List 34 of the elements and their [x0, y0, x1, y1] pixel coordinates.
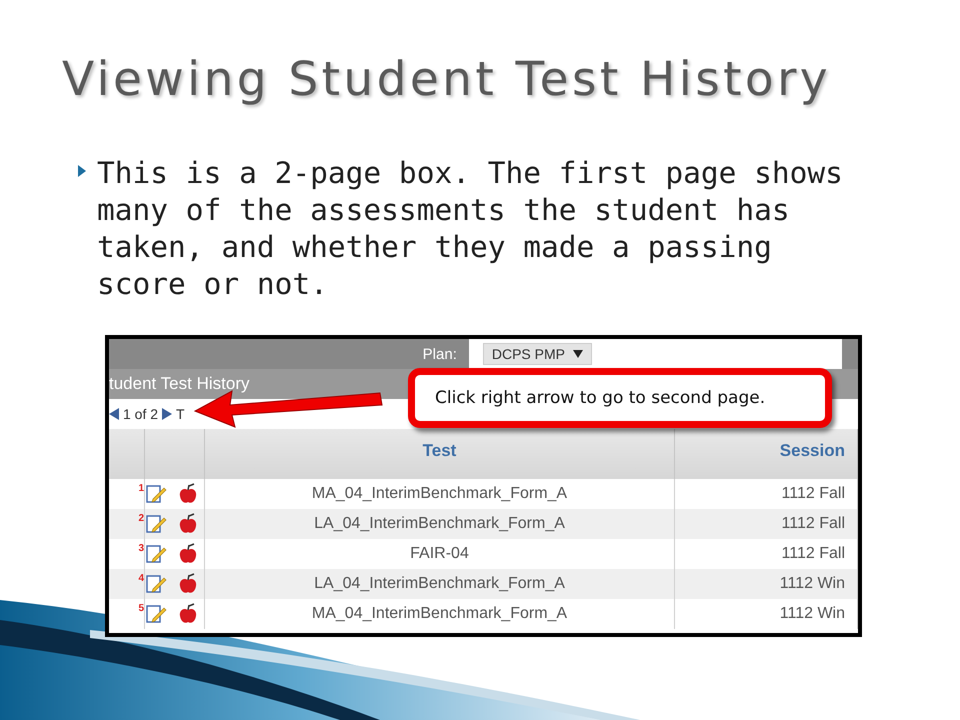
row-number: 5 [109, 599, 145, 629]
apple-icon [177, 543, 199, 565]
notepad-pencil-icon[interactable] [145, 603, 167, 625]
notepad-pencil-icon[interactable] [145, 543, 167, 565]
notepad-pencil-icon[interactable] [145, 483, 167, 505]
header-cell [109, 429, 145, 479]
row-number: 4 [109, 569, 145, 599]
bullet-text: This is a 2-page box. The first page shows many of the assessments the student has taken, and whether they made a passing score or not. [97, 155, 844, 303]
plan-dropdown[interactable]: DCPS PMP [482, 343, 592, 365]
test-cell: MA_04_InterimBenchmark_Form_A [205, 599, 675, 629]
pager-label: T [176, 406, 185, 422]
session-cell: 1112 Win [675, 569, 858, 599]
panel-title: tudent Test History [109, 374, 250, 394]
slide-title: Viewing Student Test History [62, 52, 832, 107]
apple-icon [177, 573, 199, 595]
notepad-pencil-icon[interactable] [145, 573, 167, 595]
notepad-pencil-icon[interactable] [145, 513, 167, 535]
row-number: 2 [109, 509, 145, 539]
apple-icon [177, 483, 199, 505]
column-header[interactable]: Session [675, 429, 858, 479]
test-cell: LA_04_InterimBenchmark_Form_A [205, 569, 675, 599]
next-page-icon[interactable] [162, 408, 172, 420]
plan-label: Plan: [422, 346, 458, 362]
page-indicator: 1 of 2 [123, 406, 158, 422]
session-cell: 1112 Fall [675, 509, 858, 539]
apple-icon [177, 603, 199, 625]
test-cell: LA_04_InterimBenchmark_Form_A [205, 509, 675, 539]
callout-text: Click right arrow to go to second page. [408, 368, 832, 428]
session-cell: 1112 Win [675, 599, 858, 629]
caret-icon [573, 350, 583, 358]
previous-page-icon[interactable] [109, 408, 119, 420]
apple-icon [177, 513, 199, 535]
column-header[interactable]: Test [205, 429, 675, 479]
bullet-icon [78, 165, 86, 177]
